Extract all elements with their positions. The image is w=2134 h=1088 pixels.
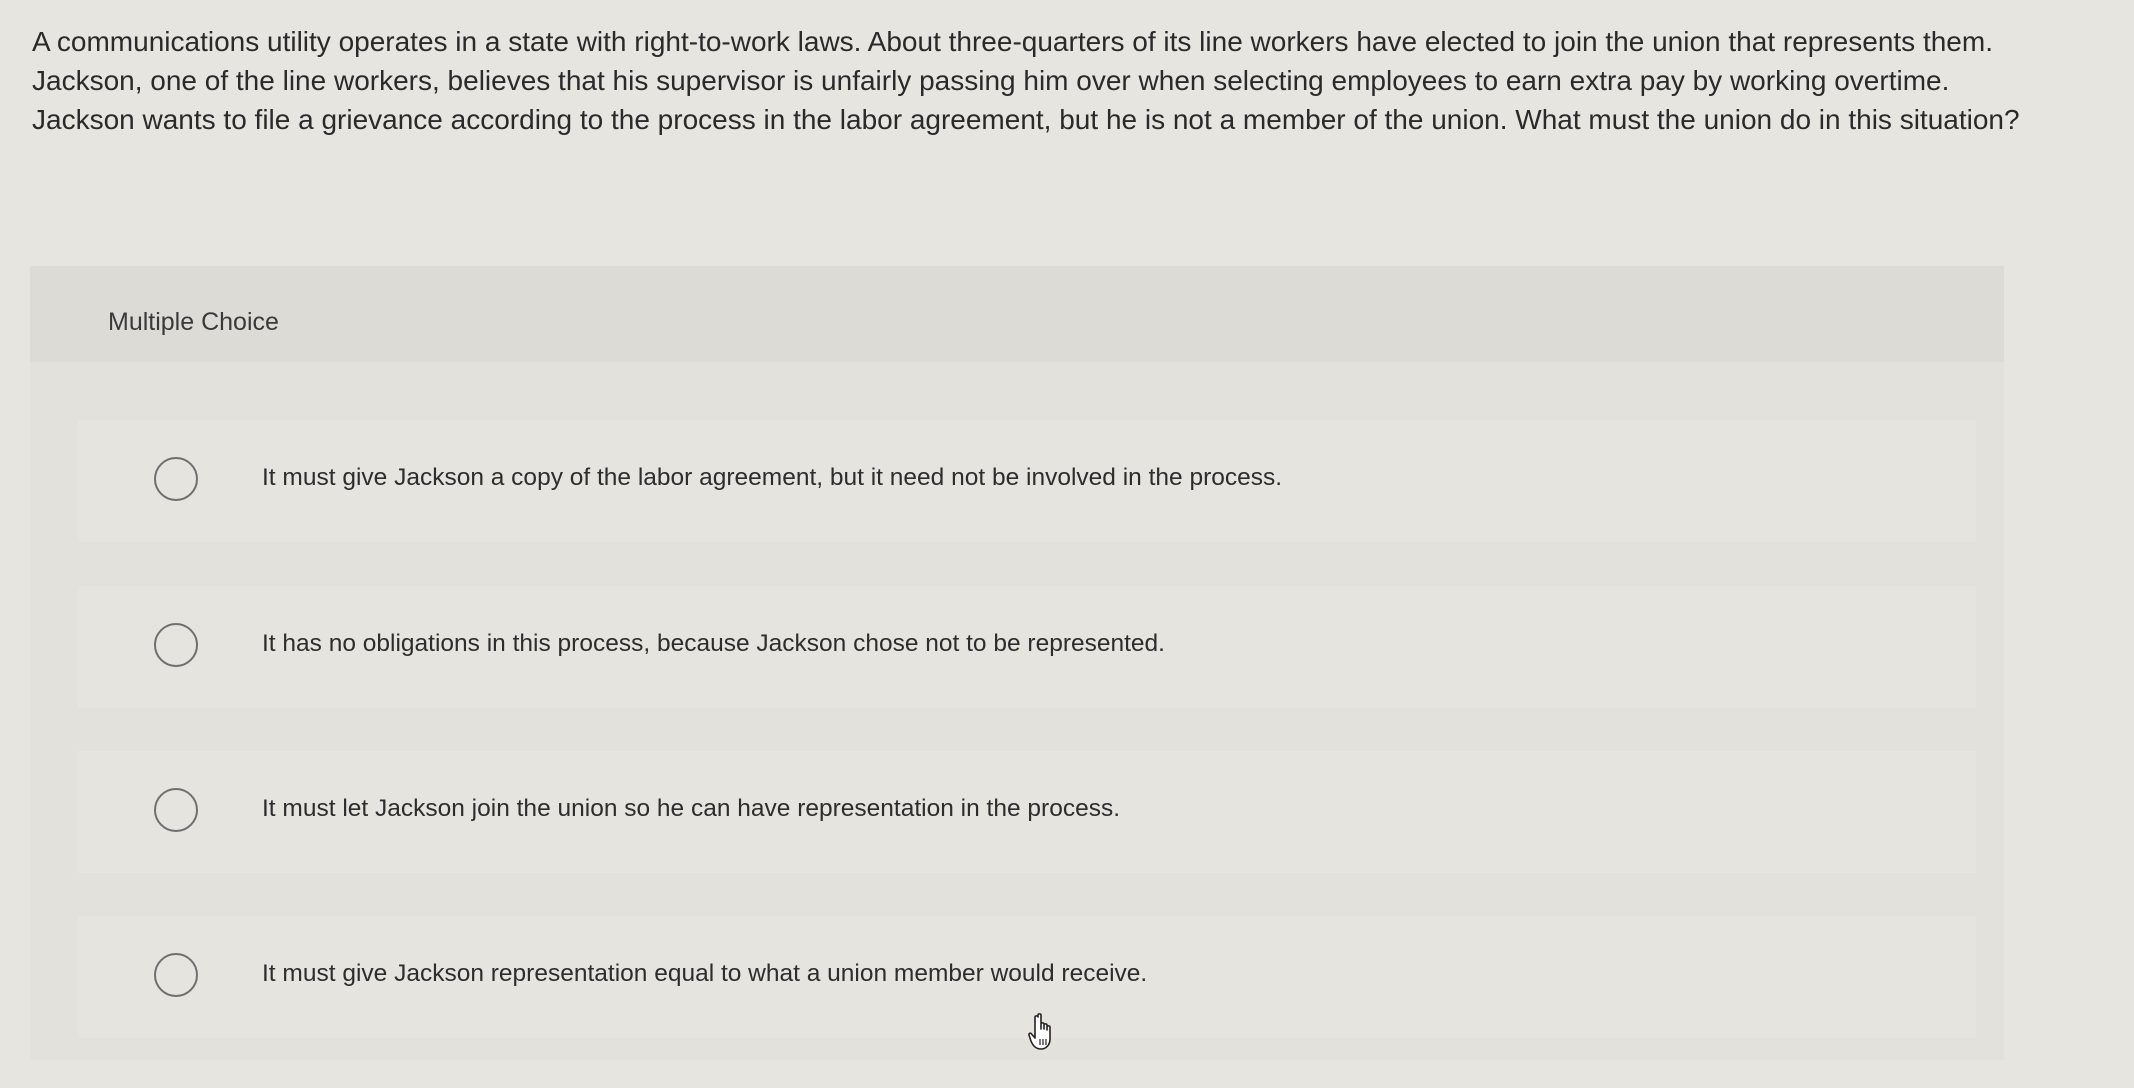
multiple-choice-title: Multiple Choice (108, 308, 279, 336)
choice-option-1[interactable]: It must give Jackson a copy of the labor… (78, 420, 1976, 542)
question-text: A communications utility operates in a s… (32, 26, 2020, 135)
multiple-choice-header: Multiple Choice (30, 266, 2004, 362)
radio-button-icon[interactable] (154, 457, 198, 501)
multiple-choice-panel: Multiple Choice It must give Jackson a c… (30, 266, 2004, 1060)
choice-label[interactable]: It has no obligations in this process, b… (262, 630, 1165, 658)
radio-button-icon[interactable] (154, 953, 198, 997)
choice-label[interactable]: It must give Jackson a copy of the labor… (262, 464, 1282, 492)
choice-option-3[interactable]: It must let Jackson join the union so he… (78, 751, 1976, 873)
choice-label[interactable]: It must let Jackson join the union so he… (262, 795, 1120, 823)
choice-label[interactable]: It must give Jackson representation equa… (262, 960, 1147, 988)
radio-button-icon[interactable] (154, 623, 198, 667)
hand-pointer-icon (1028, 1013, 1051, 1050)
radio-button-icon[interactable] (154, 788, 198, 832)
choice-option-2[interactable]: It has no obligations in this process, b… (78, 586, 1976, 708)
choice-option-4[interactable]: It must give Jackson representation equa… (78, 916, 1976, 1038)
